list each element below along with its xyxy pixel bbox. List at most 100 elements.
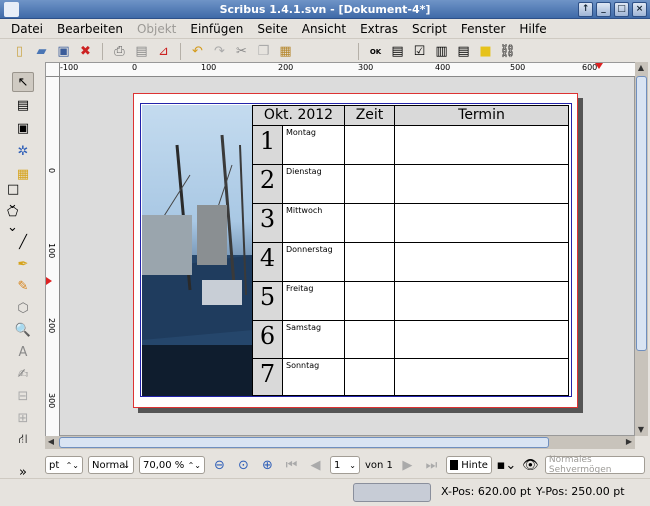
redo-icon[interactable]: ↷ xyxy=(210,42,229,61)
render-frame-icon[interactable]: ✲ xyxy=(12,141,34,161)
zoom-input[interactable]: 70,00 % ⌃⌄ xyxy=(139,456,205,474)
measure-icon[interactable]: ⛙ xyxy=(12,430,34,450)
image-mode-select[interactable]: Normal ⌄ xyxy=(88,456,134,474)
time-cell[interactable] xyxy=(344,125,395,165)
polygon-icon[interactable]: ⬠ ⌄ xyxy=(7,205,29,235)
text-frame-icon[interactable]: ▤ xyxy=(12,95,34,115)
vertical-ruler[interactable]: 0 100 200 300 xyxy=(46,77,60,436)
toolbar-separator xyxy=(180,43,181,60)
chevron-down-icon: ⌃⌄ xyxy=(65,460,79,470)
preflight-icon[interactable]: ▤ xyxy=(132,42,151,61)
menu-objekt[interactable]: Objekt xyxy=(130,19,183,38)
checkbox-icon[interactable]: ☑ xyxy=(410,42,429,61)
menu-datei[interactable]: Datei xyxy=(4,19,50,38)
unlink-frames-icon[interactable]: ⊞ xyxy=(12,408,34,428)
bezier-icon[interactable]: ✒ xyxy=(12,254,34,274)
appointment-cell[interactable] xyxy=(394,358,569,396)
ok-icon[interactable]: OK xyxy=(366,42,385,61)
h-ruler-label: 300 xyxy=(358,63,374,72)
menu-script[interactable]: Script xyxy=(405,19,454,38)
export-pdf-icon[interactable]: ⊿ xyxy=(154,42,173,61)
calendar-table[interactable]: Okt. 2012 Zeit Termin 1 Montag 2 Diensta… xyxy=(252,105,570,396)
previous-page-icon[interactable]: ◀ xyxy=(306,456,325,475)
time-cell[interactable] xyxy=(344,203,395,243)
pin-icon[interactable]: ↑ xyxy=(578,2,593,17)
view-eye-icon[interactable]: 👁 xyxy=(521,456,540,475)
combo-box-icon[interactable]: ▤ xyxy=(454,42,473,61)
zoom-in-icon[interactable]: ⊕ xyxy=(258,456,277,475)
horizontal-scroll-thumb[interactable] xyxy=(59,437,549,448)
text-frame-props-icon[interactable]: ▤ xyxy=(388,42,407,61)
time-cell[interactable] xyxy=(344,320,395,359)
last-page-icon[interactable]: ⏭ xyxy=(422,456,441,475)
h-ruler-label: 400 xyxy=(435,63,451,72)
menu-ansicht[interactable]: Ansicht xyxy=(295,19,353,38)
appointment-cell[interactable] xyxy=(394,125,569,165)
header-month: Okt. 2012 xyxy=(252,105,345,126)
scroll-right-icon[interactable]: ▶ xyxy=(623,436,635,448)
vertical-scroll-thumb[interactable] xyxy=(636,76,647,351)
zoom-out-icon[interactable]: ⊖ xyxy=(210,456,229,475)
vision-mode-select[interactable]: Normales Sehvermögen xyxy=(544,455,645,475)
image-frame-icon[interactable]: ▣ xyxy=(12,118,34,138)
ruler-corner[interactable] xyxy=(46,63,60,77)
table-icon[interactable]: ▦ xyxy=(12,164,34,184)
print-icon[interactable]: ⎙ xyxy=(110,42,129,61)
color-preview-icon[interactable]: ▪⌄ xyxy=(497,456,517,475)
new-document-icon[interactable]: ▯ xyxy=(10,42,29,61)
horizontal-ruler[interactable]: -100 0 100 200 300 400 500 600 xyxy=(60,63,635,77)
link-icon[interactable]: ⛓ xyxy=(498,42,517,61)
menu-hilfe[interactable]: Hilfe xyxy=(512,19,553,38)
layer-select[interactable]: Hinte xyxy=(445,456,492,474)
line-icon[interactable]: ╱ xyxy=(12,232,34,252)
list-box-icon[interactable]: ▥ xyxy=(432,42,451,61)
appointment-cell[interactable] xyxy=(394,320,569,359)
open-folder-icon[interactable]: ▰ xyxy=(32,42,51,61)
link-frames-icon[interactable]: ⊟ xyxy=(12,386,34,406)
zoom-icon[interactable]: 🔍 xyxy=(12,320,34,340)
edit-text-icon[interactable]: A xyxy=(12,342,34,362)
scroll-up-icon[interactable]: ▲ xyxy=(635,62,647,74)
minimize-button[interactable]: _ xyxy=(596,2,611,17)
annotation-icon[interactable]: ■ xyxy=(476,42,495,61)
scroll-down-icon[interactable]: ▼ xyxy=(635,424,647,436)
maximize-button[interactable]: □ xyxy=(614,2,629,17)
close-document-icon[interactable]: ✖ xyxy=(76,42,95,61)
image-frame[interactable] xyxy=(142,105,253,396)
menu-seite[interactable]: Seite xyxy=(250,19,294,38)
next-page-icon[interactable]: ▶ xyxy=(398,456,417,475)
app-icon[interactable] xyxy=(4,2,19,17)
menu-bearbeiten[interactable]: Bearbeiten xyxy=(50,19,130,38)
appointment-cell[interactable] xyxy=(394,281,569,321)
time-cell[interactable] xyxy=(344,358,395,396)
select-tool-icon[interactable]: ↖ xyxy=(12,72,34,92)
first-page-icon[interactable]: ⏮ xyxy=(282,456,301,475)
toolbar-separator xyxy=(358,43,359,60)
freehand-icon[interactable]: ✎ xyxy=(12,276,34,296)
copy-icon[interactable]: ❐ xyxy=(254,42,273,61)
page-number-select[interactable]: 1 ⌄ xyxy=(330,456,360,474)
unit-select[interactable]: pt ⌃⌄ xyxy=(45,456,83,474)
story-editor-icon[interactable]: ✍ xyxy=(12,364,34,384)
appointment-cell[interactable] xyxy=(394,164,569,204)
menu-einfuegen[interactable]: Einfügen xyxy=(183,19,250,38)
shape-icon[interactable]: □ ⌄ xyxy=(7,182,29,212)
menu-extras[interactable]: Extras xyxy=(353,19,405,38)
time-cell[interactable] xyxy=(344,164,395,204)
time-cell[interactable] xyxy=(344,242,395,282)
scroll-left-icon[interactable]: ◀ xyxy=(45,436,57,448)
appointment-cell[interactable] xyxy=(394,203,569,243)
appointment-cell[interactable] xyxy=(394,242,569,282)
zoom-100-icon[interactable]: ⊙ xyxy=(234,456,253,475)
horizontal-scrollbar[interactable]: ◀ ▶ xyxy=(45,436,635,449)
time-cell[interactable] xyxy=(344,281,395,321)
cut-icon[interactable]: ✂ xyxy=(232,42,251,61)
close-button[interactable]: × xyxy=(632,2,647,17)
ruler-position-marker xyxy=(46,277,52,285)
vertical-scrollbar[interactable]: ▲ ▼ xyxy=(635,62,648,436)
undo-icon[interactable]: ↶ xyxy=(188,42,207,61)
paste-icon[interactable]: ▦ xyxy=(276,42,295,61)
rotate-icon[interactable]: ⬡ xyxy=(12,298,34,318)
menu-fenster[interactable]: Fenster xyxy=(454,19,513,38)
save-icon[interactable]: ▣ xyxy=(54,42,73,61)
